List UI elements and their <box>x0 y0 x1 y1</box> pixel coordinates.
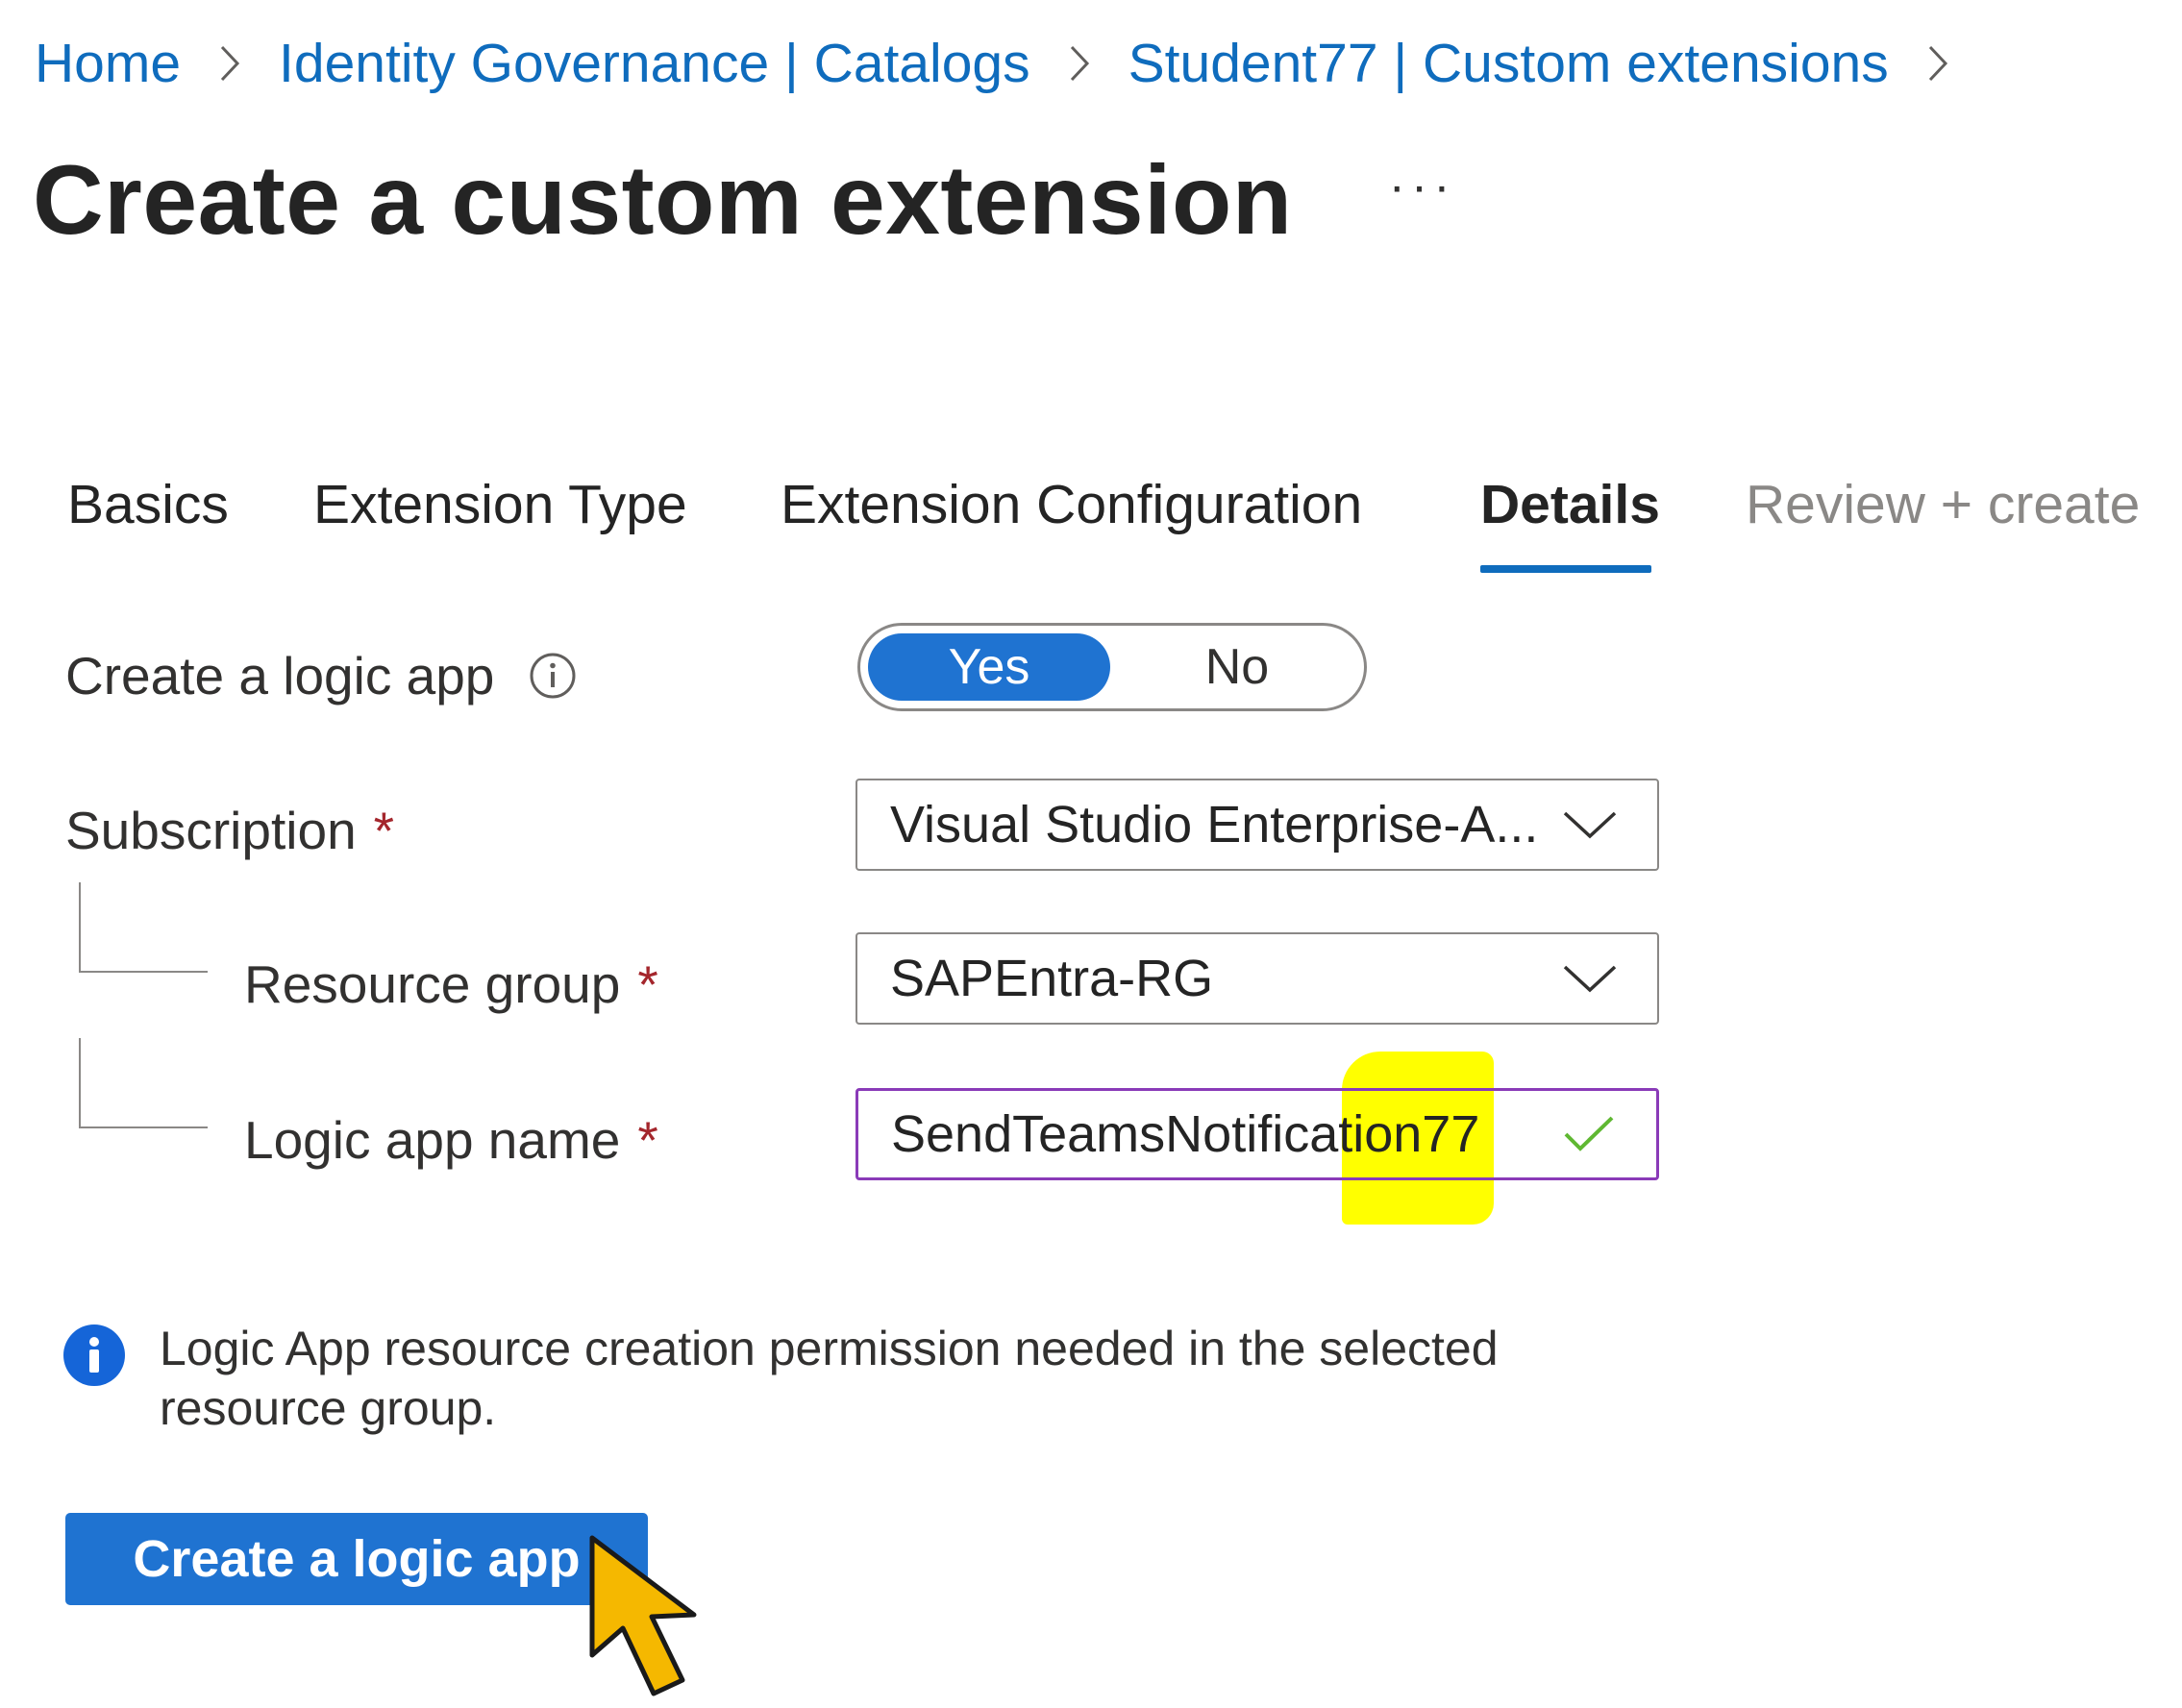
chevron-right-icon <box>219 44 240 83</box>
resource-group-label: Resource group <box>244 954 621 1014</box>
subscription-label: Subscription <box>65 801 357 860</box>
breadcrumb-home-link[interactable]: Home <box>35 32 181 95</box>
wizard-tabs: Basics Extension Type Extension Configur… <box>0 461 2182 577</box>
info-icon[interactable] <box>529 652 577 700</box>
tree-connector <box>79 1038 208 1128</box>
info-message-text: Logic App resource creation permission n… <box>160 1322 1499 1435</box>
breadcrumb-catalogs-link[interactable]: Identity Governance | Catalogs <box>279 32 1030 95</box>
mouse-cursor-icon <box>583 1532 707 1708</box>
tab-label: Review + create <box>1746 474 2141 535</box>
resource-group-label-row: Resource group * <box>244 948 658 1021</box>
required-asterisk: * <box>373 801 395 860</box>
page-header: Create a custom extension ··· <box>33 142 1456 258</box>
tab-label: Basics <box>67 474 229 535</box>
info-message: Logic App resource creation permission n… <box>63 1319 1621 1438</box>
page-title: Create a custom extension <box>33 144 1293 255</box>
create-logic-app-button[interactable]: Create a logic app <box>65 1513 648 1605</box>
info-filled-icon <box>63 1324 125 1386</box>
required-asterisk: * <box>637 1110 658 1170</box>
logic-app-name-label-row: Logic app name * <box>244 1103 658 1176</box>
tab-label: Extension Configuration <box>781 474 1363 535</box>
tab-label: Details <box>1480 474 1660 535</box>
tab-label: Extension Type <box>313 474 687 535</box>
chevron-down-icon <box>1551 809 1628 840</box>
toggle-option-yes[interactable]: Yes <box>868 633 1110 701</box>
resource-group-dropdown[interactable]: SAPEntra-RG <box>855 932 1659 1025</box>
subscription-dropdown[interactable]: Visual Studio Enterprise-A... <box>855 779 1659 871</box>
breadcrumb-custom-extensions-link[interactable]: Student77 | Custom extensions <box>1128 32 1889 95</box>
logic-app-name-value: SendTeamsNotification77 <box>891 1105 1480 1163</box>
create-logic-app-toggle: Yes No <box>857 623 1367 711</box>
chevron-right-icon <box>1069 44 1090 83</box>
tree-connector <box>79 882 208 973</box>
tab-details[interactable]: Details <box>1480 461 1660 577</box>
subscription-value: Visual Studio Enterprise-A... <box>890 796 1539 854</box>
logic-app-name-label: Logic app name <box>244 1110 621 1170</box>
active-tab-indicator <box>1480 565 1651 573</box>
more-options-button[interactable]: ··· <box>1389 161 1456 238</box>
chevron-right-icon <box>1927 44 1948 83</box>
resource-group-value: SAPEntra-RG <box>890 950 1214 1007</box>
chevron-down-icon <box>1551 963 1628 994</box>
subscription-label-row: Subscription * <box>65 794 394 867</box>
create-logic-app-label: Create a logic app <box>65 646 495 705</box>
checkmark-icon <box>1550 1115 1627 1153</box>
breadcrumb: Home Identity Governance | Catalogs Stud… <box>35 29 1987 98</box>
toggle-option-no[interactable]: No <box>1118 633 1356 701</box>
logic-app-name-input[interactable]: SendTeamsNotification77 <box>855 1088 1659 1180</box>
required-asterisk: * <box>637 954 658 1014</box>
create-logic-app-label-row: Create a logic app <box>65 638 577 713</box>
